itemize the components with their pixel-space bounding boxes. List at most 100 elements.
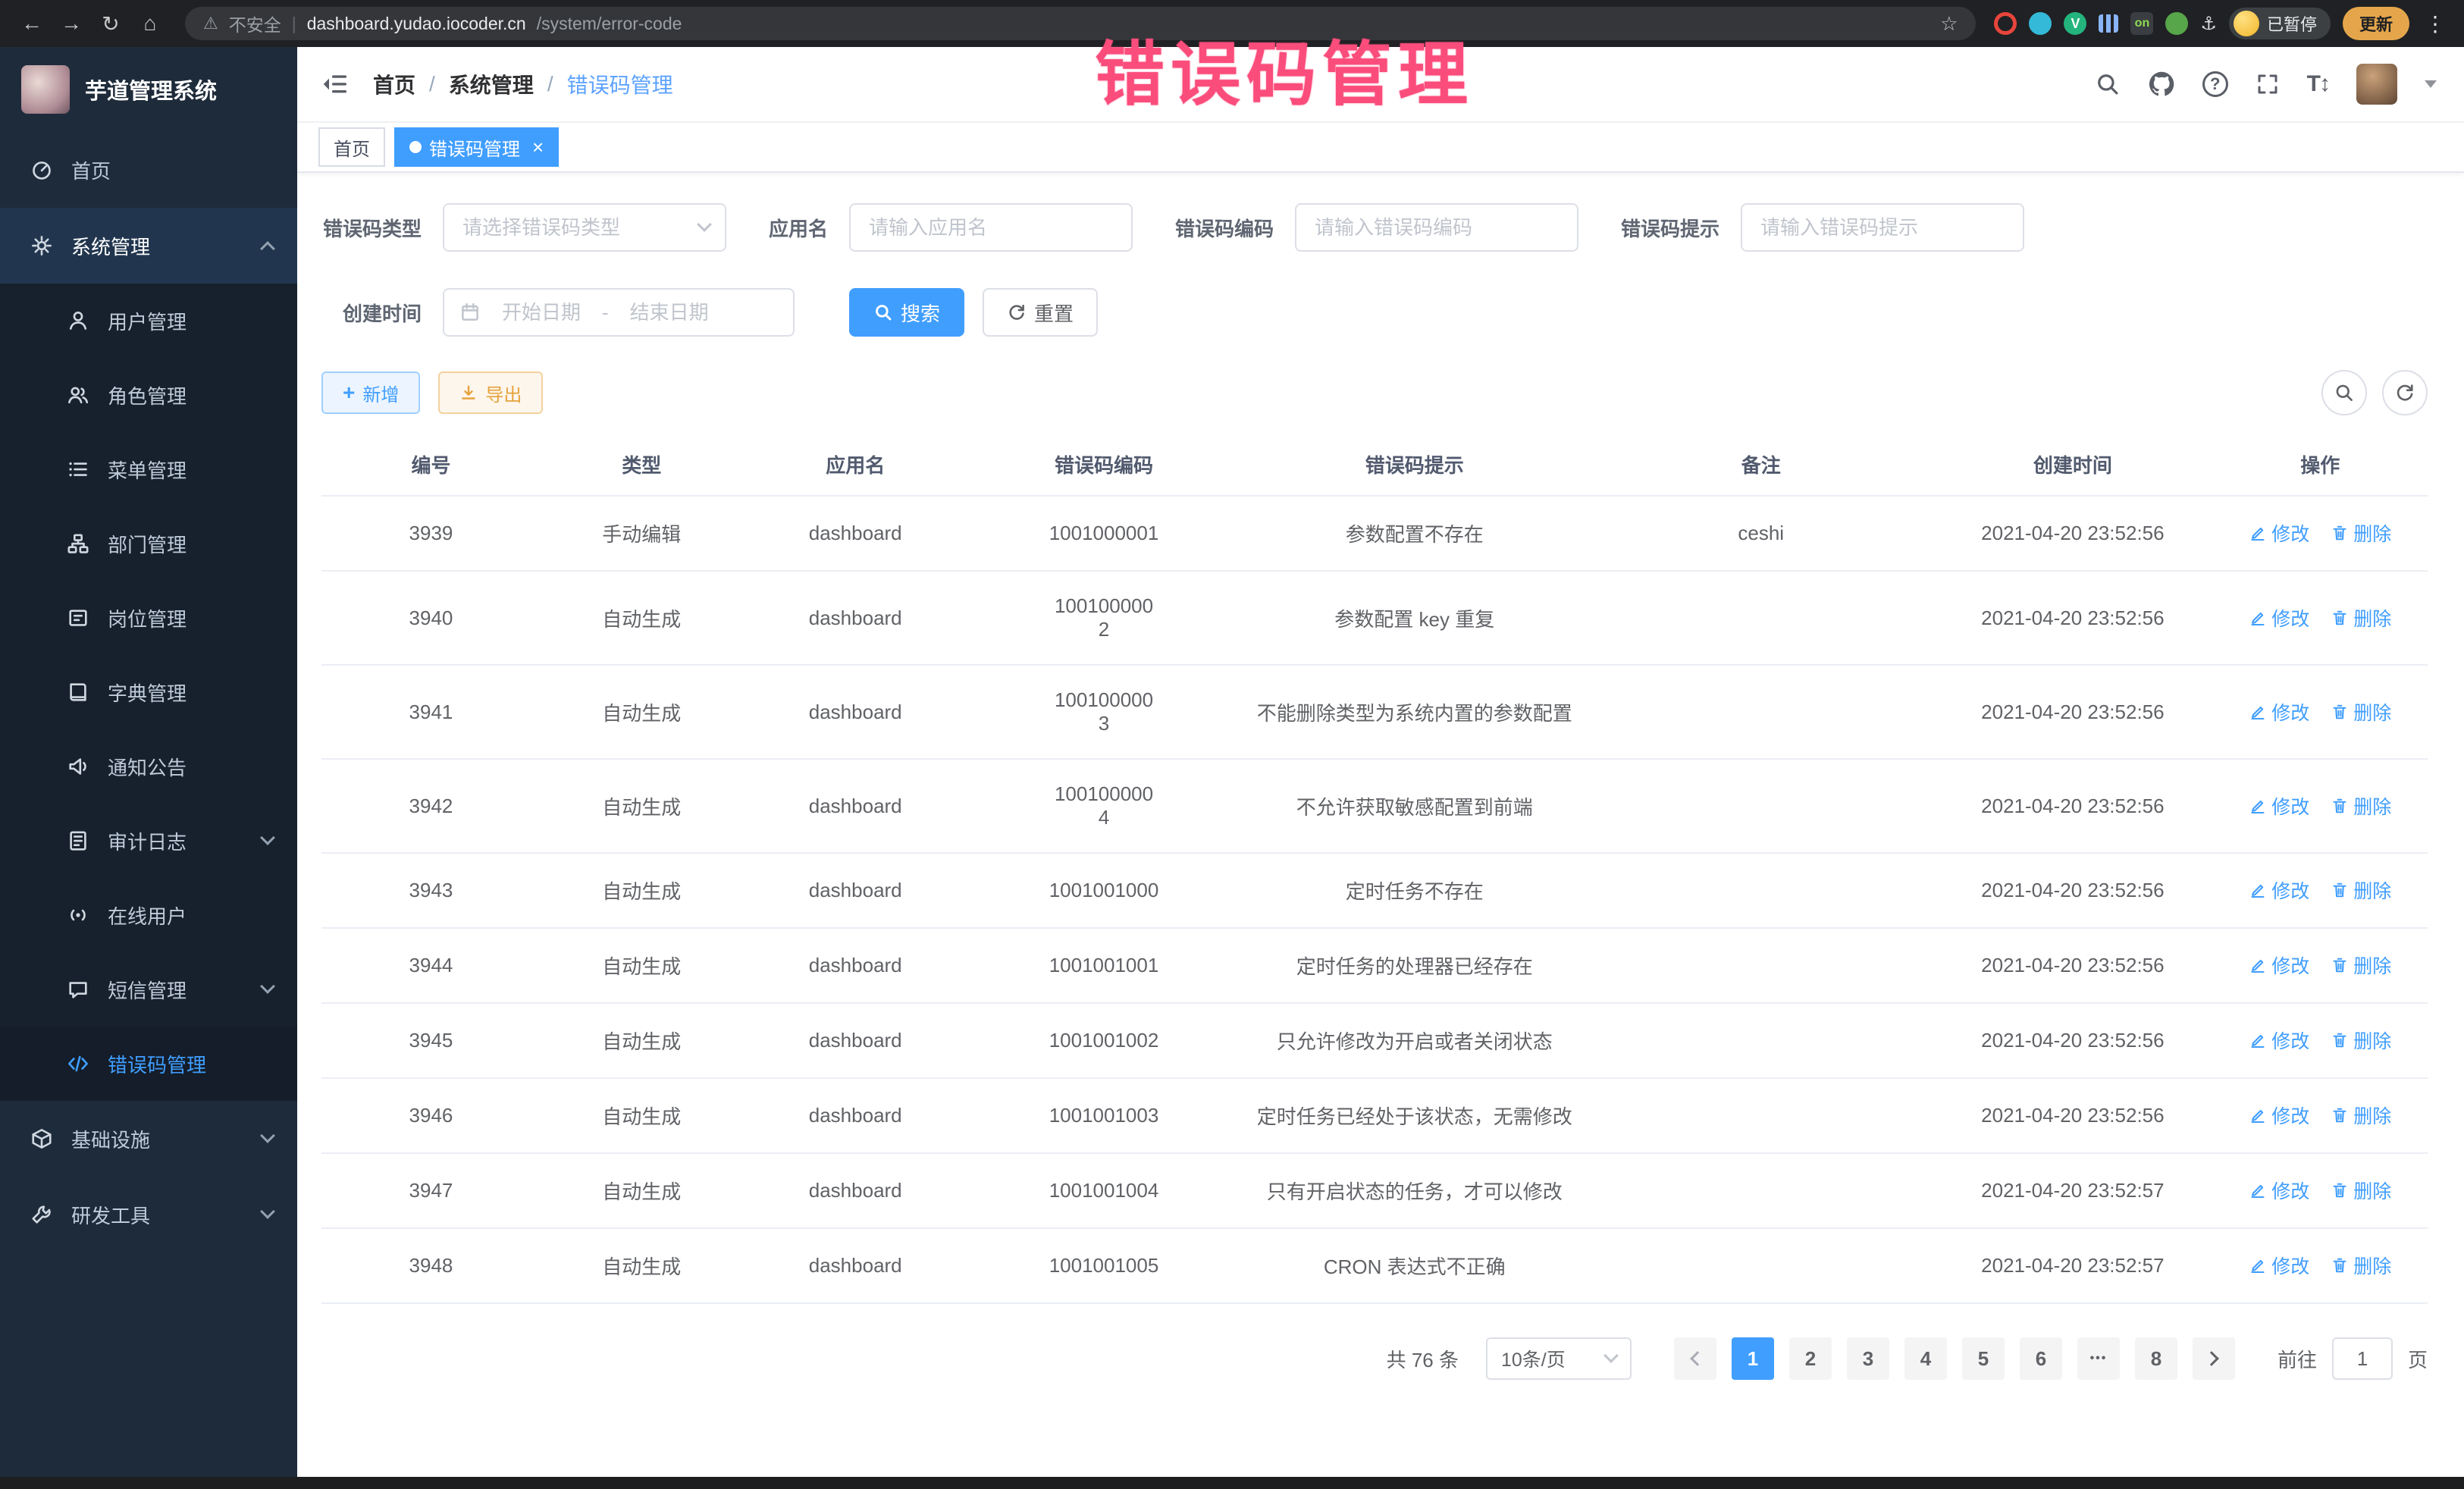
delete-link[interactable]: 删除 (2331, 792, 2391, 820)
sidebar-item-system[interactable]: 系统管理 (0, 208, 297, 284)
drop-icon[interactable] (2029, 12, 2052, 35)
error-type-select-input[interactable] (462, 216, 699, 240)
proxy-on-icon[interactable]: on (2130, 12, 2153, 35)
sidebar-item-home[interactable]: 首页 (0, 132, 297, 208)
error-type-select[interactable] (443, 203, 726, 252)
github-icon[interactable] (2148, 71, 2175, 98)
back-icon[interactable]: ← (15, 11, 49, 36)
delete-link[interactable]: 删除 (2331, 1027, 2391, 1054)
bars-extension-icon[interactable] (2099, 14, 2118, 33)
search-button[interactable]: 搜索 (849, 288, 964, 337)
page-button-6[interactable]: 6 (2020, 1337, 2062, 1380)
error-code-field[interactable] (1295, 203, 1578, 252)
end-date-input[interactable] (619, 301, 719, 324)
fullscreen-icon[interactable] (2256, 72, 2280, 96)
tab-首页[interactable]: 首页 (318, 127, 385, 167)
delete-link[interactable]: 删除 (2331, 951, 2391, 979)
sidebar-item-sms[interactable]: 短信管理 (0, 952, 297, 1027)
app-name-field[interactable] (849, 203, 1133, 252)
cell-created: 2021-04-20 23:52:57 (1933, 1153, 2212, 1228)
add-button[interactable]: + 新增 (321, 371, 420, 414)
page-button-4[interactable]: 4 (1904, 1337, 1947, 1380)
edit-link[interactable]: 修改 (2249, 876, 2309, 904)
column-header: 类型 (541, 434, 743, 496)
start-date-input[interactable] (491, 301, 591, 324)
delete-link[interactable]: 删除 (2331, 876, 2391, 904)
delete-link[interactable]: 删除 (2331, 1102, 2391, 1129)
search-toggle-button[interactable] (2321, 370, 2367, 415)
next-page-button[interactable] (2193, 1337, 2235, 1380)
export-button[interactable]: 导出 (438, 371, 543, 414)
date-range-picker[interactable]: - (443, 288, 795, 337)
app-logo[interactable]: 芋道管理系统 (0, 47, 297, 132)
page-button-2[interactable]: 2 (1789, 1337, 1832, 1380)
leaf-icon[interactable] (2165, 12, 2188, 35)
sidebar-item-user[interactable]: 用户管理 (0, 284, 297, 358)
edit-link[interactable]: 修改 (2249, 951, 2309, 979)
security-label[interactable]: 不安全 (229, 11, 281, 36)
bookmark-star-icon[interactable]: ☆ (1940, 12, 1958, 36)
page-size-select[interactable]: 10条/页 (1486, 1337, 1632, 1380)
edit-link[interactable]: 修改 (2249, 604, 2309, 632)
sidebar-item-dept[interactable]: 部门管理 (0, 506, 297, 581)
vue-devtools-icon[interactable]: V (2064, 12, 2086, 35)
chevron-down-icon[interactable] (2425, 80, 2437, 88)
edit-link[interactable]: 修改 (2249, 519, 2309, 547)
address-bar[interactable]: ⚠ 不安全 | dashboard.yudao.iocoder.cn/syste… (185, 7, 1976, 40)
delete-link[interactable]: 删除 (2331, 1252, 2391, 1279)
page-button-1[interactable]: 1 (1732, 1337, 1774, 1380)
page-button-5[interactable]: 5 (1962, 1337, 2005, 1380)
page-ellipsis[interactable]: ••• (2077, 1337, 2120, 1380)
search-icon[interactable] (2095, 71, 2121, 97)
reload-icon[interactable]: ↻ (94, 11, 127, 36)
hamburger-icon[interactable] (321, 71, 349, 98)
delete-link[interactable]: 删除 (2331, 519, 2391, 547)
home-icon[interactable]: ⌂ (133, 11, 167, 36)
edit-link[interactable]: 修改 (2249, 792, 2309, 820)
update-button[interactable]: 更新 (2343, 7, 2409, 40)
record-icon[interactable] (1994, 12, 2017, 35)
delete-link[interactable]: 删除 (2331, 604, 2391, 632)
delete-link[interactable]: 删除 (2331, 1177, 2391, 1204)
app-name-input[interactable] (869, 216, 1116, 240)
sidebar-item-devtools[interactable]: 研发工具 (0, 1177, 297, 1252)
reset-button[interactable]: 重置 (983, 288, 1098, 337)
goto-page-input[interactable] (2332, 1337, 2393, 1380)
help-icon[interactable]: ? (2202, 71, 2228, 97)
error-hint-field[interactable] (1741, 203, 2024, 252)
close-icon[interactable]: × (532, 137, 544, 157)
sidebar-item-menu[interactable]: 菜单管理 (0, 432, 297, 506)
sidebar-item-notice[interactable]: 通知公告 (0, 729, 297, 804)
font-size-icon[interactable]: T↕ (2307, 71, 2329, 97)
sidebar-item-online[interactable]: 在线用户 (0, 878, 297, 952)
edit-link[interactable]: 修改 (2249, 1252, 2309, 1279)
cell-remark (1589, 928, 1933, 1003)
sidebar-item-role[interactable]: 角色管理 (0, 358, 297, 432)
edit-link[interactable]: 修改 (2249, 1177, 2309, 1204)
delete-link[interactable]: 删除 (2331, 698, 2391, 726)
edit-link[interactable]: 修改 (2249, 1102, 2309, 1129)
sidebar-item-infra[interactable]: 基础设施 (0, 1101, 297, 1177)
page-button-3[interactable]: 3 (1847, 1337, 1889, 1380)
user-avatar[interactable] (2356, 64, 2397, 105)
cell-app: dashboard (743, 665, 968, 759)
menu-dots-icon[interactable]: ⋮ (2422, 11, 2449, 36)
edit-link[interactable]: 修改 (2249, 1027, 2309, 1054)
page-button-8[interactable]: 8 (2135, 1337, 2177, 1380)
sidebar-item-audit[interactable]: 审计日志 (0, 804, 297, 878)
breadcrumb-item[interactable]: 首页 (373, 69, 415, 99)
sidebar-item-dict[interactable]: 字典管理 (0, 655, 297, 729)
puzzle-icon[interactable]: ⚓ (2200, 13, 2217, 35)
profile-badge[interactable]: 已暂停 (2229, 8, 2331, 39)
sidebar-item-errcode[interactable]: 错误码管理 (0, 1027, 297, 1101)
forward-icon[interactable]: → (55, 11, 88, 36)
breadcrumb-item[interactable]: 系统管理 (449, 69, 534, 99)
refresh-table-button[interactable] (2382, 370, 2428, 415)
cell-created: 2021-04-20 23:52:57 (1933, 1228, 2212, 1303)
tab-错误码管理[interactable]: 错误码管理× (394, 127, 559, 167)
edit-link[interactable]: 修改 (2249, 698, 2309, 726)
prev-page-button[interactable] (1674, 1337, 1716, 1380)
sidebar-item-post[interactable]: 岗位管理 (0, 581, 297, 655)
error-code-input[interactable] (1315, 216, 1562, 240)
error-hint-input[interactable] (1760, 216, 2008, 240)
